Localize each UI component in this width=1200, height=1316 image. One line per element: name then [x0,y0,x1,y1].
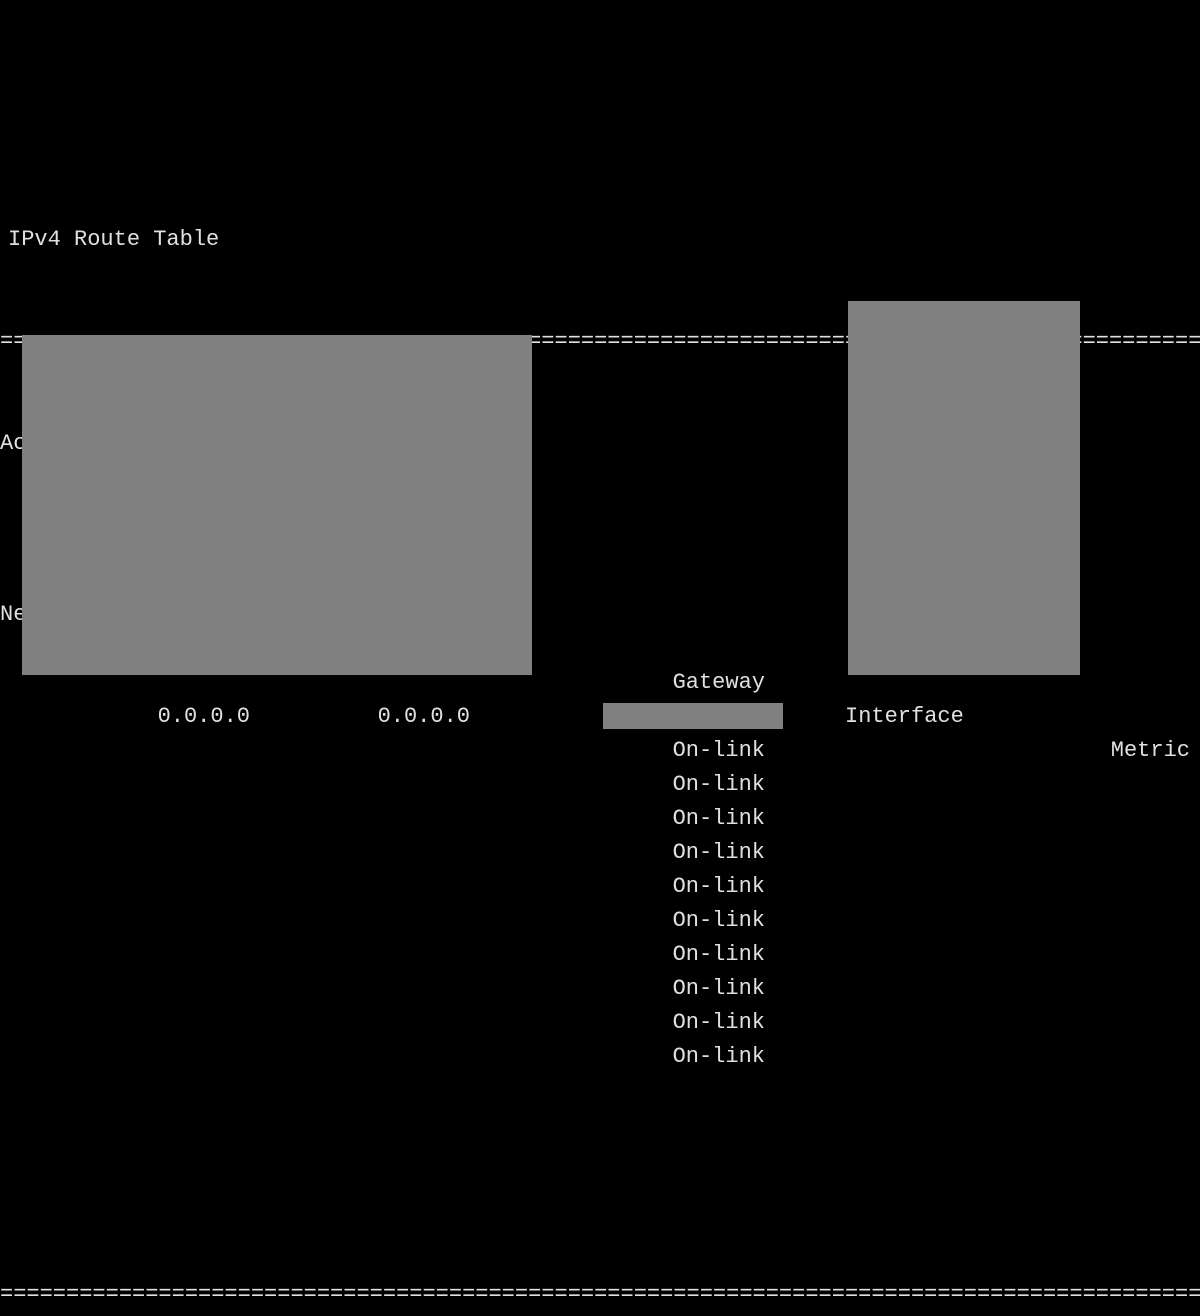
table-row: On-link [0,1006,1200,1040]
col-gateway: Gateway [540,666,785,700]
gateway-value: On-link [540,836,785,870]
route-table-title: IPv4 Route Table [0,205,1200,257]
table-row: On-link [0,836,1200,870]
gateway-value: On-link [540,870,785,904]
redacted-gateway [603,703,783,729]
gateway-value: On-link [540,904,785,938]
table-row: On-link [0,768,1200,802]
gateway-value: On-link [540,1006,785,1040]
gateway-value: On-link [540,938,785,972]
netmask-value: 0.0.0.0 [270,700,530,734]
terminal-output: IPv4 Route Table =======================… [0,136,1200,1316]
gateway-value: On-link [540,972,785,1006]
divider-bottom: ========================================… [0,1278,1200,1312]
redacted-interface-metric-block [848,301,1080,675]
table-row: On-link [0,1040,1200,1074]
redacted-dest-netmask-block [22,335,532,675]
gateway-value: On-link [540,768,785,802]
gateway-value: On-link [540,802,785,836]
gateway-value: On-link [540,734,785,768]
table-row: On-link [0,870,1200,904]
dest-value: 0.0.0.0 [0,700,270,734]
table-row: On-link [0,904,1200,938]
table-row: On-link [0,802,1200,836]
table-row: 0.0.0.00.0.0.0 [0,700,1200,734]
gateway-value: On-link [540,1040,785,1074]
table-row: On-link [0,972,1200,1006]
table-row: On-link [0,734,1200,768]
table-row: On-link [0,938,1200,972]
